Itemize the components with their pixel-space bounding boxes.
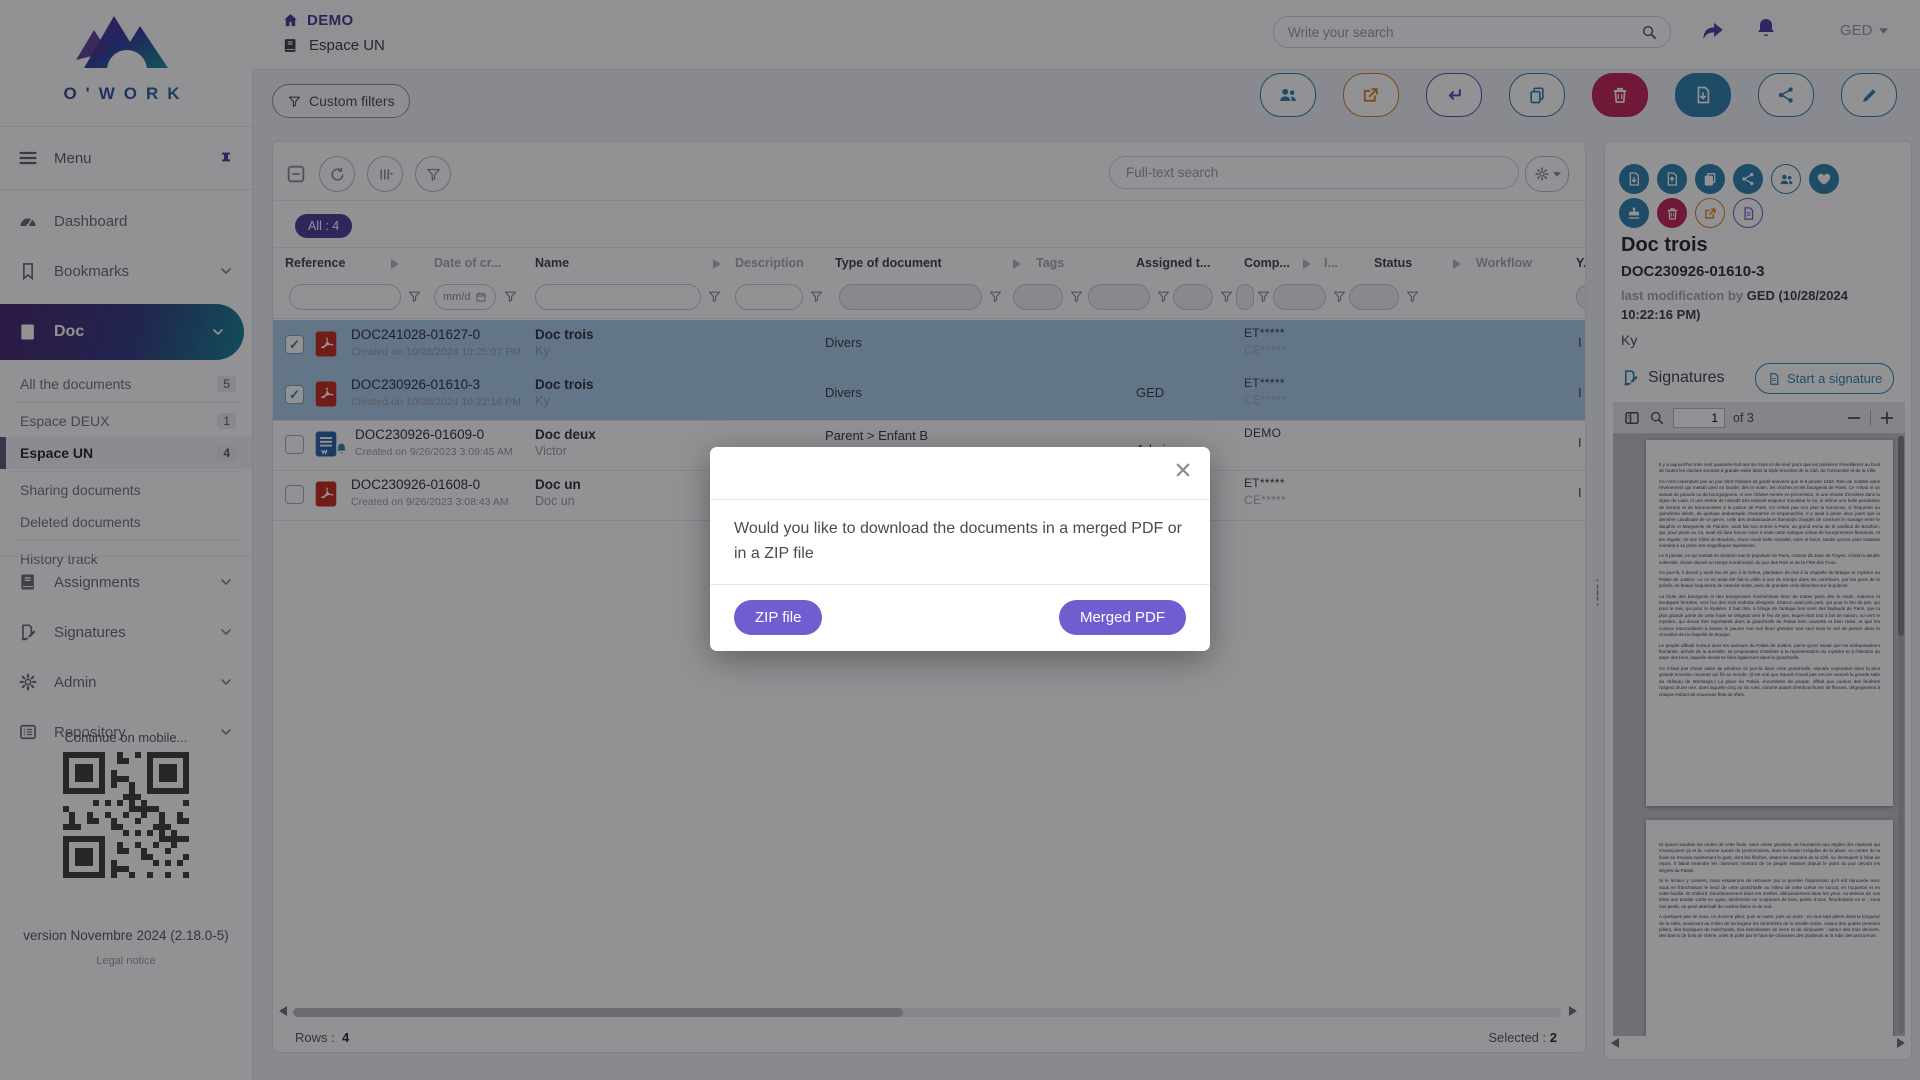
merged-pdf-button[interactable]: Merged PDF xyxy=(1059,600,1186,635)
zip-file-button[interactable]: ZIP file xyxy=(734,600,822,635)
modal-header xyxy=(710,447,1210,500)
modal-footer: ZIP file Merged PDF xyxy=(710,585,1210,651)
close-icon[interactable] xyxy=(1174,461,1192,479)
download-choice-modal: Would you like to download the documents… xyxy=(710,447,1210,651)
modal-message: Would you like to download the documents… xyxy=(710,500,1210,585)
